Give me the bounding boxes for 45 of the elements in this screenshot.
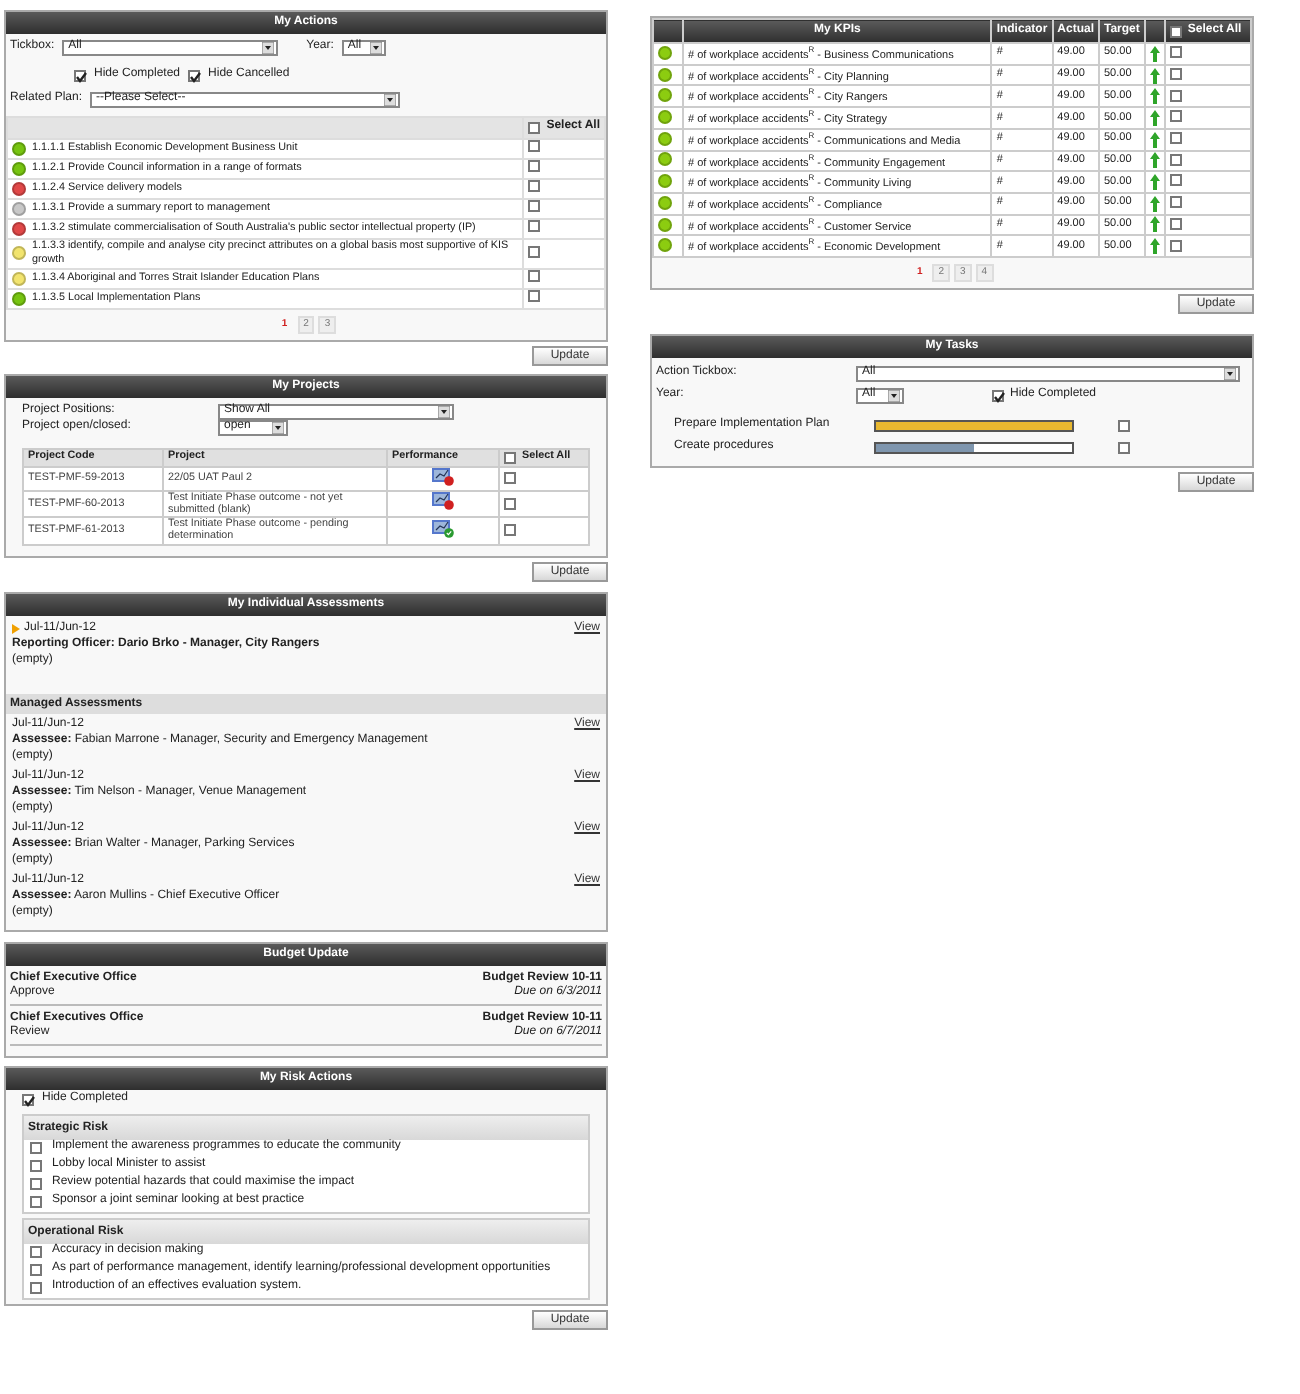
checkbox[interactable] <box>30 1282 42 1295</box>
checkbox[interactable] <box>30 1178 42 1191</box>
checkbox[interactable] <box>30 1264 42 1277</box>
caret-icon <box>262 42 275 54</box>
checkbox[interactable] <box>1118 441 1130 454</box>
arrow-icon <box>12 624 20 635</box>
checkbox[interactable] <box>188 70 201 82</box>
checkbox[interactable] <box>1169 217 1182 230</box>
checkbox[interactable] <box>1169 25 1182 37</box>
checkbox[interactable] <box>528 160 541 173</box>
checkbox[interactable] <box>1169 46 1182 59</box>
checkbox[interactable] <box>1169 174 1182 187</box>
checkbox[interactable] <box>30 1142 42 1155</box>
caret-icon <box>272 422 284 434</box>
checkbox[interactable] <box>528 140 541 153</box>
checkbox[interactable] <box>504 451 516 463</box>
checkbox[interactable] <box>1169 196 1182 209</box>
checkbox[interactable] <box>528 245 541 258</box>
checkbox[interactable] <box>504 497 516 510</box>
caret-icon <box>1224 367 1236 380</box>
caret-icon <box>438 405 450 417</box>
checkbox[interactable] <box>528 122 541 134</box>
checkbox[interactable] <box>1169 110 1182 123</box>
checkbox[interactable] <box>528 220 541 233</box>
checkbox[interactable] <box>30 1196 42 1209</box>
caret-icon <box>369 42 382 54</box>
checkbox[interactable] <box>504 471 516 484</box>
chart-alert-icon <box>432 467 454 485</box>
checkbox[interactable] <box>992 389 1004 402</box>
checkbox[interactable] <box>1169 89 1182 102</box>
checkbox[interactable] <box>528 200 541 213</box>
checkbox[interactable] <box>30 1160 42 1173</box>
checkbox[interactable] <box>22 1093 34 1106</box>
chart-alert-icon <box>432 492 454 511</box>
checkbox[interactable] <box>1169 132 1182 144</box>
checkbox[interactable] <box>74 70 86 82</box>
caret-icon <box>384 94 397 106</box>
caret-icon <box>888 389 900 402</box>
checkbox[interactable] <box>30 1246 42 1259</box>
checkbox[interactable] <box>1118 419 1130 432</box>
checkbox[interactable] <box>504 524 516 536</box>
checkbox[interactable] <box>1169 239 1182 252</box>
checkbox[interactable] <box>1169 67 1182 80</box>
checkbox[interactable] <box>528 180 541 193</box>
checkbox[interactable] <box>1169 153 1182 166</box>
